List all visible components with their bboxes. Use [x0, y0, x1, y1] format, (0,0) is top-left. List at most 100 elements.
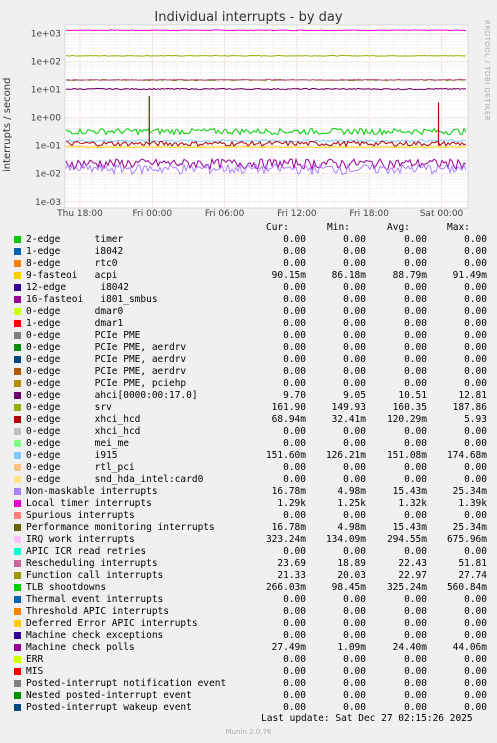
legend-value-cur: 0.00: [283, 378, 306, 389]
legend-value-min: 0.00: [343, 378, 366, 389]
legend-value-avg: 88.79m: [392, 270, 427, 281]
legend-value-cur: 1.29k: [277, 498, 306, 509]
legend-row: 0-edge i915 151.60m 126.21m 151.08m 174.68m: [0, 450, 497, 462]
legend-swatch: [14, 596, 21, 603]
legend-label: 0-edge PCIe PME, aerdrv: [26, 366, 187, 377]
legend-label: 0-edge PCIe PME: [26, 330, 141, 341]
legend-value-avg: 0.00: [404, 678, 427, 689]
legend-value-avg: 0.00: [404, 330, 427, 341]
legend-value-avg: 0.00: [404, 546, 427, 557]
legend-value-cur: 0.00: [283, 606, 306, 617]
x-tick-label: Fri 06:00: [205, 209, 245, 219]
legend-value-avg: 0.00: [404, 294, 427, 305]
legend-value-avg: 0.00: [404, 462, 427, 473]
legend-label: 0-edge snd_hda_intel:card0: [26, 474, 204, 485]
legend-swatch: [14, 308, 21, 315]
legend-row: 0-edge ahci[0000:00:17.0] 9.70 9.05 10.51 12…: [0, 390, 497, 402]
legend-label: 16-fasteoi i801_smbus: [26, 294, 158, 305]
legend-value-cur: 0.00: [283, 510, 306, 521]
legend-row: Posted-interrupt notification event 0.00 0…: [0, 678, 497, 690]
legend-label: 0-edge PCIe PME, aerdrv: [26, 354, 187, 365]
legend-value-cur: 0.00: [283, 690, 306, 701]
legend-value-avg: 0.00: [404, 342, 427, 353]
y-tick-label: 1e-01: [35, 142, 61, 152]
legend-value-min: 0.00: [343, 306, 366, 317]
legend-value-min: 0.00: [343, 702, 366, 713]
legend-swatch: [14, 296, 21, 303]
legend-value-avg: 15.43m: [392, 486, 427, 497]
legend-label: 9-fasteoi acpi: [26, 270, 118, 281]
legend-label: 0-edge i915: [26, 450, 118, 461]
legend-value-max: 12.81: [458, 390, 487, 401]
x-tick-label: Fri 00:00: [133, 209, 173, 219]
legend-row: 0-edge xhci_hcd 0.00 0.00 0.00 0.00: [0, 426, 497, 438]
legend-label: 8-edge rtc0: [26, 258, 118, 269]
legend-value-cur: 266.03m: [265, 582, 306, 593]
legend-swatch: [14, 512, 21, 519]
legend-row: 0-edge rtl_pci 0.00 0.00 0.00 0.00: [0, 462, 497, 474]
legend-value-min: 0.00: [343, 654, 366, 665]
legend-value-min: 9.05: [343, 390, 366, 401]
legend-label: 0-edge dmar0: [26, 306, 124, 317]
legend-swatch: [14, 488, 21, 495]
series-line: [65, 29, 466, 32]
col-header-cur: Cur:: [266, 222, 289, 233]
legend-value-min: 149.93: [331, 402, 366, 413]
legend-value-max: 1.39k: [458, 498, 487, 509]
legend-value-cur: 0.00: [283, 294, 306, 305]
legend-value-min: 0.00: [343, 618, 366, 629]
legend-label: Performance monitoring interrupts: [26, 522, 215, 533]
legend-label: Local timer interrupts: [26, 498, 152, 509]
plot-area: [65, 25, 468, 208]
legend-label: 2-edge timer: [26, 234, 124, 245]
legend-value-avg: 0.00: [404, 690, 427, 701]
legend-value-max: 0.00: [464, 378, 487, 389]
legend-label: Posted-interrupt wakeup event: [26, 702, 192, 713]
x-tick-label: Fri 12:00: [277, 209, 317, 219]
legend-value-min: 18.89: [337, 558, 366, 569]
last-update: Last update: Sat Dec 27 02:15:26 2025: [261, 713, 473, 724]
legend-swatch: [14, 464, 21, 471]
legend-value-cur: 0.00: [283, 594, 306, 605]
legend-swatch: [14, 608, 21, 615]
legend-row: MIS 0.00 0.00 0.00 0.00: [0, 666, 497, 678]
legend-value-cur: 23.69: [277, 558, 306, 569]
legend-value-avg: 24.40m: [392, 642, 427, 653]
legend-row: 1-edge dmar1 0.00 0.00 0.00 0.00: [0, 318, 497, 330]
legend-value-max: 0.00: [464, 318, 487, 329]
legend-value-max: 0.00: [464, 330, 487, 341]
legend-value-avg: 294.55m: [386, 534, 427, 545]
legend-value-avg: 0.00: [404, 654, 427, 665]
x-tick-label: Fri 18:00: [349, 209, 389, 219]
legend-value-cur: 0.00: [283, 318, 306, 329]
legend-value-max: 0.00: [464, 678, 487, 689]
legend-label: ERR: [26, 654, 44, 665]
legend-value-cur: 21.33: [277, 570, 306, 581]
y-tick-labels: 1e-03 1e-02 1e-01 1e+00 1e+01 1e+02 1e+03: [31, 29, 62, 207]
legend-value-max: 0.00: [464, 474, 487, 485]
legend-value-min: 0.00: [343, 282, 366, 293]
legend-swatch: [14, 644, 21, 651]
legend-row: Spurious interrupts 0.00 0.00 0.00 0.00: [0, 510, 497, 522]
legend-value-cur: 0.00: [283, 678, 306, 689]
legend-swatch: [14, 500, 21, 507]
legend-value-cur: 0.00: [283, 546, 306, 557]
legend-row: 0-edge PCIe PME, aerdrv 0.00 0.00 0.00 0.00: [0, 366, 497, 378]
legend-swatch: [14, 680, 21, 687]
legend-value-cur: 323.24m: [265, 534, 306, 545]
legend-swatch: [14, 692, 21, 699]
legend-value-min: 32.41m: [331, 414, 366, 425]
legend-label: 1-edge i8042: [26, 246, 124, 257]
legend-row: Local timer interrupts 1.29k 1.25k 1.32k 1.3…: [0, 498, 497, 510]
legend-value-avg: 0.00: [404, 666, 427, 677]
legend-row: 0-edge dmar0 0.00 0.00 0.00 0.00: [0, 306, 497, 318]
legend-value-max: 27.74: [458, 570, 487, 581]
legend-value-avg: 160.35: [392, 402, 427, 413]
legend-label: 0-edge srv: [26, 402, 112, 413]
legend-value-avg: 0.00: [404, 618, 427, 629]
legend-row: Performance monitoring interrupts 16.78m 4…: [0, 522, 497, 534]
legend-value-max: 0.00: [464, 366, 487, 377]
legend-value-max: 0.00: [464, 618, 487, 629]
legend-row: 0-edge PCIe PME, aerdrv 0.00 0.00 0.00 0.00: [0, 354, 497, 366]
legend-value-max: 0.00: [464, 258, 487, 269]
